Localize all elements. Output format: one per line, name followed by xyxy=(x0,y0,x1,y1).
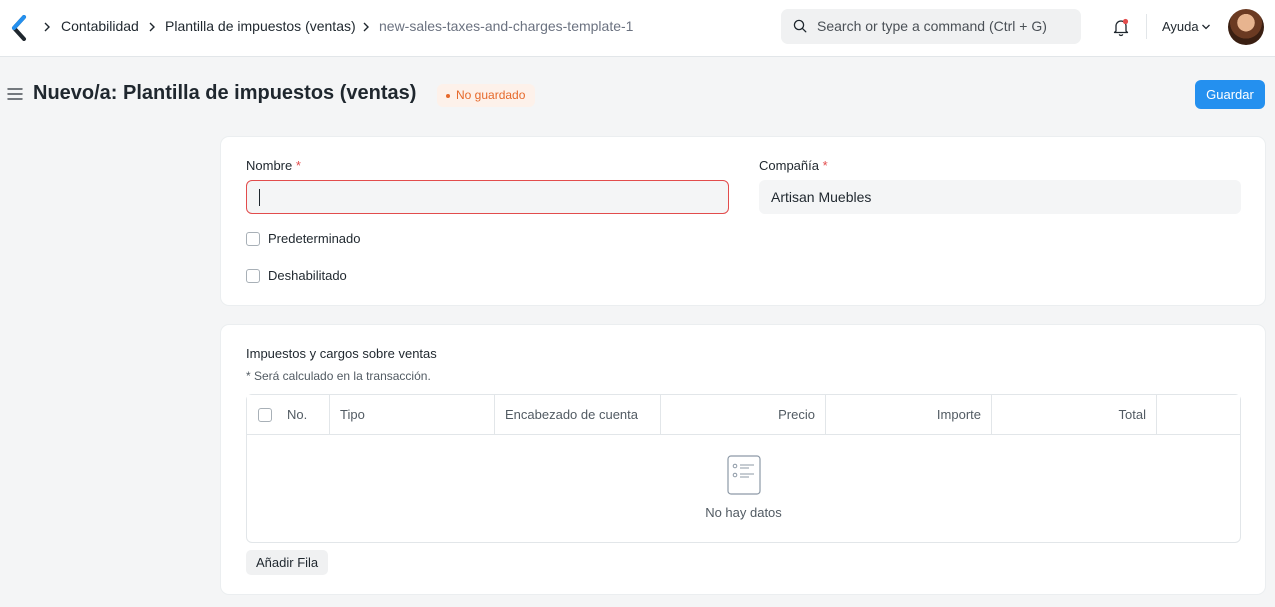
help-menu[interactable]: Ayuda xyxy=(1162,19,1199,34)
company-input-value: Artisan Muebles xyxy=(771,189,872,205)
name-field-label: Nombre * xyxy=(246,158,301,173)
column-precio: Precio xyxy=(661,395,826,435)
required-mark: * xyxy=(295,158,301,173)
column-no: No. xyxy=(247,395,330,435)
section-title: Impuestos y cargos sobre ventas xyxy=(246,346,437,361)
column-importe: Importe xyxy=(826,395,992,435)
section-description: * Será calculado en la transacción. xyxy=(246,369,431,383)
company-label-text: Compañía xyxy=(759,158,819,173)
name-label-text: Nombre xyxy=(246,158,293,173)
page-title: Nuevo/a: Plantilla de impuestos (ventas) xyxy=(33,82,417,104)
empty-list-icon xyxy=(727,455,761,495)
chevron-right-icon xyxy=(363,22,369,32)
taxes-card: Impuestos y cargos sobre ventas * Será c… xyxy=(220,324,1266,595)
navbar-divider xyxy=(1146,14,1147,39)
navbar: Contabilidad Plantilla de impuestos (ven… xyxy=(0,0,1275,57)
search-bar[interactable]: Search or type a command (Ctrl + G) xyxy=(781,9,1081,44)
select-all-checkbox[interactable] xyxy=(258,408,272,422)
breadcrumb-contabilidad[interactable]: Contabilidad xyxy=(61,18,139,34)
search-icon xyxy=(793,19,807,33)
text-cursor xyxy=(259,189,260,206)
empty-state-text: No hay datos xyxy=(705,505,782,520)
app-logo-icon[interactable] xyxy=(10,15,28,41)
add-row-button[interactable]: Añadir Fila xyxy=(246,550,329,575)
user-avatar[interactable] xyxy=(1228,9,1264,45)
company-field-label: Compañía * xyxy=(759,158,828,173)
chevron-down-icon[interactable] xyxy=(1201,23,1211,31)
status-badge: No guardado xyxy=(437,84,536,107)
sidebar-toggle-icon[interactable] xyxy=(7,87,23,101)
default-checkbox[interactable] xyxy=(246,232,260,246)
chevron-right-icon xyxy=(44,22,50,32)
column-total: Total xyxy=(992,395,1157,435)
taxes-table: No. Tipo Encabezado de cuenta Precio Imp… xyxy=(246,394,1241,543)
column-tipo: Tipo xyxy=(330,395,495,435)
company-input[interactable]: Artisan Muebles xyxy=(759,180,1241,214)
notification-bell-icon[interactable] xyxy=(1111,17,1131,37)
column-label: No. xyxy=(287,407,308,422)
details-card: Nombre * Compañía * Artisan Muebles Pred… xyxy=(220,136,1266,306)
required-mark: * xyxy=(822,158,828,173)
default-checkbox-label[interactable]: Predeterminado xyxy=(268,231,361,246)
breadcrumb-current[interactable]: new-sales-taxes-and-charges-template-1 xyxy=(379,18,633,34)
search-placeholder: Search or type a command (Ctrl + G) xyxy=(817,18,1047,34)
column-encabezado: Encabezado de cuenta xyxy=(495,395,661,435)
breadcrumb-plantilla[interactable]: Plantilla de impuestos (ventas) xyxy=(165,18,356,34)
table-header: No. Tipo Encabezado de cuenta Precio Imp… xyxy=(247,395,1240,435)
chevron-right-icon xyxy=(149,22,155,32)
disabled-checkbox-label[interactable]: Deshabilitado xyxy=(268,268,347,283)
save-button[interactable]: Guardar xyxy=(1195,80,1265,109)
disabled-checkbox[interactable] xyxy=(246,269,260,283)
name-input[interactable] xyxy=(246,180,729,214)
